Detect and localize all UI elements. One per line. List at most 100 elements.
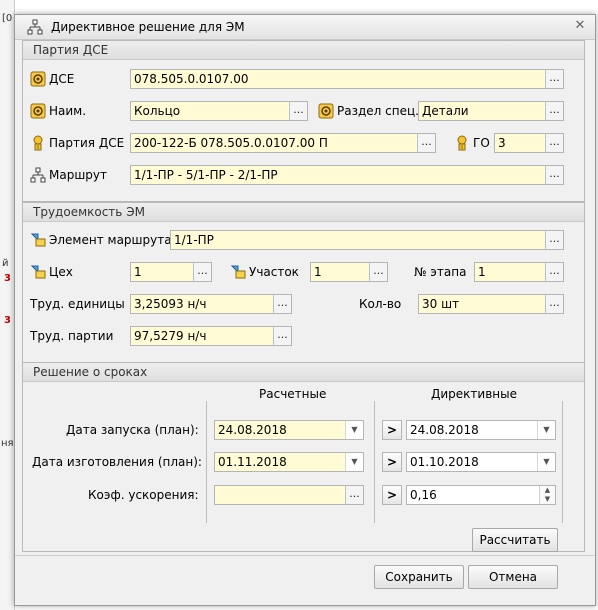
column-divider bbox=[206, 401, 207, 523]
batch-field[interactable]: 200-122-Б 078.505.0.0107.00 П ... bbox=[130, 133, 436, 153]
background-fragment: ня bbox=[1, 438, 14, 449]
ellipsis-button[interactable]: ... bbox=[545, 166, 563, 184]
route-label: Маршрут bbox=[49, 168, 108, 182]
name-field[interactable]: Кольцо ... bbox=[130, 101, 308, 121]
unit-labor-field[interactable]: 3,25093 н/ч ... bbox=[130, 294, 292, 314]
column-divider bbox=[374, 401, 375, 523]
background-fragment: 3 bbox=[4, 273, 11, 284]
section-label: Раздел спец. bbox=[337, 104, 419, 118]
section-value: Детали bbox=[422, 104, 469, 118]
shop-field[interactable]: 1 ... bbox=[130, 262, 212, 282]
launch-date-calc-value: 24.08.2018 bbox=[218, 423, 287, 437]
shop-label: Цех bbox=[49, 265, 73, 279]
manufacture-date-calc-field[interactable]: 01.11.2018 ▼ bbox=[214, 452, 364, 472]
batch-labor-value: 97,5279 н/ч bbox=[134, 329, 207, 343]
route-tree-icon bbox=[30, 167, 46, 183]
title-bar[interactable]: Директивное решение для ЭМ ✕ bbox=[15, 15, 595, 40]
ellipsis-button[interactable]: ... bbox=[289, 102, 307, 120]
labor-group: Трудоемкость ЭМ Элемент маршрута 1/1-ПР … bbox=[22, 202, 585, 364]
section-field[interactable]: Детали ... bbox=[418, 101, 564, 121]
area-value: 1 bbox=[314, 265, 322, 279]
spinner-arrows-icon[interactable]: ▲ ▼ bbox=[539, 486, 555, 504]
chevron-down-icon[interactable]: ▼ bbox=[345, 453, 363, 471]
terms-group: Решение о сроках Расчетные Директивные Д… bbox=[22, 362, 585, 552]
chevron-down-icon[interactable]: ▼ bbox=[537, 421, 555, 439]
ellipsis-button[interactable]: ... bbox=[545, 231, 563, 249]
background-fragment: 3 bbox=[4, 315, 11, 326]
ellipsis-button[interactable]: ... bbox=[545, 263, 563, 281]
area-icon bbox=[230, 265, 246, 279]
area-label: Участок bbox=[249, 265, 299, 279]
part-icon bbox=[318, 103, 334, 119]
batch-labor-field[interactable]: 97,5279 н/ч ... bbox=[130, 326, 292, 346]
terms-group-header: Решение о сроках bbox=[23, 363, 584, 382]
directive-column-header: Директивные bbox=[431, 387, 517, 401]
party-group-header: Партия ДСЕ bbox=[23, 41, 584, 60]
manufacture-date-directive-value: 01.10.2018 bbox=[410, 455, 479, 469]
ellipsis-button[interactable]: ... bbox=[273, 295, 291, 313]
qty-field[interactable]: 30 шт ... bbox=[418, 294, 564, 314]
window-title: Директивное решение для ЭМ bbox=[51, 20, 245, 34]
ellipsis-button[interactable]: ... bbox=[545, 70, 563, 88]
calculated-column-header: Расчетные bbox=[259, 387, 327, 401]
footer-divider bbox=[15, 555, 595, 556]
dse-value: 078.505.0.0107.00 bbox=[134, 72, 249, 86]
name-label: Наим. bbox=[49, 104, 87, 118]
background-app-strip: [0 й 3 3 ня bbox=[0, 0, 15, 610]
batch-value: 200-122-Б 078.505.0.0107.00 П bbox=[134, 136, 328, 150]
party-group: Партия ДСЕ ДСЕ 078.505.0.0107.00 ... Наи… bbox=[22, 40, 585, 202]
unit-labor-value: 3,25093 н/ч bbox=[134, 297, 207, 311]
copy-manufacture-date-button[interactable]: > bbox=[382, 452, 402, 472]
acceleration-calc-field[interactable]: ... bbox=[214, 485, 364, 505]
stage-field[interactable]: 1 ... bbox=[474, 262, 564, 282]
acceleration-label: Коэф. ускорения: bbox=[88, 488, 199, 502]
go-icon bbox=[457, 135, 467, 151]
ellipsis-button[interactable]: ... bbox=[545, 295, 563, 313]
element-label: Элемент маршрута bbox=[49, 233, 172, 247]
go-label: ГО bbox=[473, 136, 490, 150]
route-element-icon bbox=[30, 233, 46, 247]
ellipsis-button[interactable]: ... bbox=[345, 486, 363, 504]
background-fragment: й bbox=[2, 258, 9, 269]
manufacture-date-directive-field[interactable]: 01.10.2018 ▼ bbox=[406, 452, 556, 472]
ellipsis-button[interactable]: ... bbox=[417, 134, 435, 152]
route-tree-icon bbox=[27, 19, 43, 35]
cancel-button[interactable]: Отмена bbox=[468, 565, 558, 589]
close-icon[interactable]: ✕ bbox=[571, 17, 589, 35]
go-field[interactable]: 3 ... bbox=[494, 133, 564, 153]
acceleration-directive-field[interactable]: 0,16 ▲ ▼ bbox=[406, 485, 556, 505]
ellipsis-button[interactable]: ... bbox=[193, 263, 211, 281]
acceleration-directive-value: 0,16 bbox=[410, 488, 437, 502]
copy-acceleration-button[interactable]: > bbox=[382, 485, 402, 505]
launch-date-calc-field[interactable]: 24.08.2018 ▼ bbox=[214, 420, 364, 440]
labor-group-header: Трудоемкость ЭМ bbox=[23, 203, 584, 222]
launch-date-directive-field[interactable]: 24.08.2018 ▼ bbox=[406, 420, 556, 440]
calculate-button[interactable]: Рассчитать bbox=[472, 528, 558, 552]
go-value: 3 bbox=[498, 136, 506, 150]
save-button[interactable]: Сохранить bbox=[374, 565, 464, 589]
shop-value: 1 bbox=[134, 265, 142, 279]
chevron-down-icon[interactable]: ▼ bbox=[537, 453, 555, 471]
ellipsis-button[interactable]: ... bbox=[545, 134, 563, 152]
name-value: Кольцо bbox=[134, 104, 181, 118]
manufacture-date-label: Дата изготовления (план): bbox=[32, 455, 202, 469]
route-value: 1/1-ПР - 5/1-ПР - 2/1-ПР bbox=[134, 168, 278, 182]
launch-date-label: Дата запуска (план): bbox=[66, 423, 199, 437]
element-field[interactable]: 1/1-ПР ... bbox=[170, 230, 564, 250]
qty-label: Кол-во bbox=[359, 297, 402, 311]
batch-labor-label: Труд. партии bbox=[30, 329, 114, 343]
dse-label: ДСЕ bbox=[49, 72, 75, 86]
ellipsis-button[interactable]: ... bbox=[545, 102, 563, 120]
unit-labor-label: Труд. единицы bbox=[30, 297, 125, 311]
stage-label: № этапа bbox=[414, 265, 467, 279]
area-field[interactable]: 1 ... bbox=[310, 262, 388, 282]
copy-launch-date-button[interactable]: > bbox=[382, 420, 402, 440]
dse-field[interactable]: 078.505.0.0107.00 ... bbox=[130, 69, 564, 89]
shop-icon bbox=[30, 265, 46, 279]
directive-decision-dialog: Директивное решение для ЭМ ✕ Партия ДСЕ … bbox=[14, 14, 596, 606]
ellipsis-button[interactable]: ... bbox=[369, 263, 387, 281]
chevron-down-icon[interactable]: ▼ bbox=[345, 421, 363, 439]
ellipsis-button[interactable]: ... bbox=[273, 327, 291, 345]
column-divider bbox=[562, 401, 563, 523]
route-field[interactable]: 1/1-ПР - 5/1-ПР - 2/1-ПР ... bbox=[130, 165, 564, 185]
